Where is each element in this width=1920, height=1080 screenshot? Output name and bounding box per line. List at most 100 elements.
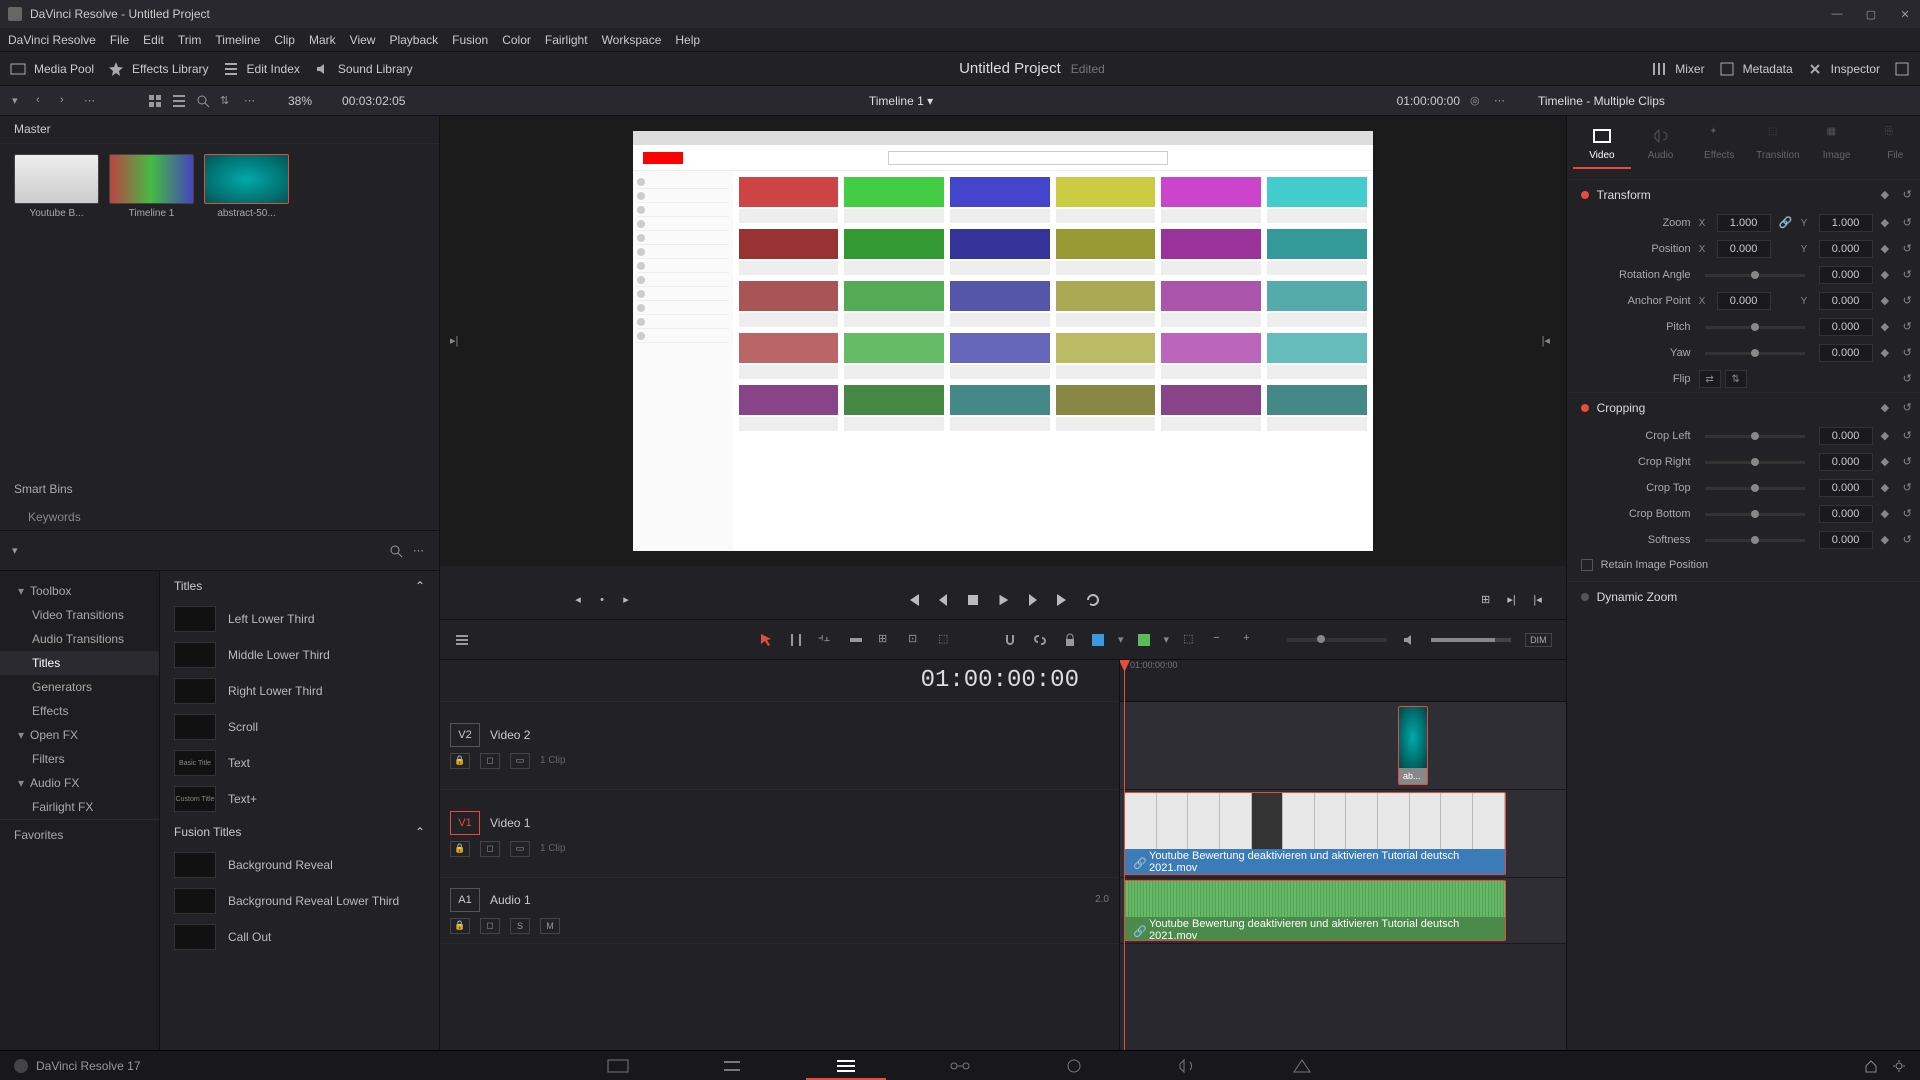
- track-id-v1[interactable]: V1: [450, 811, 480, 835]
- track-id-v2[interactable]: V2: [450, 723, 480, 747]
- thumb-view-icon[interactable]: [148, 94, 162, 108]
- home-icon[interactable]: [1864, 1059, 1878, 1073]
- yaw-slider[interactable]: [1705, 352, 1805, 355]
- trim-tool[interactable]: [788, 632, 804, 648]
- kf-icon[interactable]: ◆: [1881, 346, 1895, 360]
- play-button[interactable]: [995, 592, 1011, 608]
- solo-a1[interactable]: S: [510, 918, 530, 934]
- menu-view[interactable]: View: [350, 33, 376, 47]
- flag-dropdown-icon[interactable]: ▾: [1164, 633, 1170, 646]
- zoom-in-icon[interactable]: +: [1243, 632, 1259, 648]
- track-lane-a1[interactable]: 🔗Youtube Bewertung deaktivieren und akti…: [1120, 878, 1566, 944]
- edit-index-toggle[interactable]: Edit Index: [223, 61, 300, 77]
- pitch-slider[interactable]: [1705, 326, 1805, 329]
- fusion-titles-header[interactable]: Fusion Titles⌃: [160, 817, 439, 847]
- crop-right-input[interactable]: [1819, 453, 1873, 471]
- pos-x-input[interactable]: [1717, 240, 1771, 258]
- clip-a1[interactable]: 🔗Youtube Bewertung deaktivieren und akti…: [1124, 880, 1506, 941]
- lock-track-v2[interactable]: 🔒: [450, 753, 470, 769]
- zoom-out-icon[interactable]: −: [1213, 632, 1229, 648]
- link-icon[interactable]: [1032, 632, 1048, 648]
- title-item-5[interactable]: Custom TitleText+: [160, 781, 439, 817]
- kf-icon[interactable]: ◆: [1881, 429, 1895, 443]
- more-icon[interactable]: ⋯: [244, 94, 258, 108]
- crop-left-input[interactable]: [1819, 427, 1873, 445]
- out-point-icon[interactable]: |◂: [1530, 592, 1546, 608]
- title-item-2[interactable]: Right Lower Third: [160, 673, 439, 709]
- reset-icon[interactable]: ↺: [1903, 401, 1917, 415]
- zoom-x-input[interactable]: [1717, 214, 1771, 232]
- jog-next-icon[interactable]: ▸: [618, 592, 634, 608]
- scrub-bar[interactable]: [440, 566, 1566, 580]
- rotation-slider[interactable]: [1705, 274, 1805, 277]
- title-item-0[interactable]: Left Lower Third: [160, 601, 439, 637]
- flip-v-button[interactable]: ⇅: [1725, 370, 1747, 388]
- keyframe-icon[interactable]: ◆: [1881, 188, 1895, 202]
- kf-icon[interactable]: ◆: [1881, 294, 1895, 308]
- options-icon[interactable]: ⋯: [84, 94, 98, 108]
- reset-icon[interactable]: ↺: [1903, 372, 1917, 386]
- timeline-zoom-slider[interactable]: [1287, 638, 1387, 642]
- search-icon[interactable]: [196, 94, 210, 108]
- media-clip-0[interactable]: Youtube B...: [14, 154, 99, 219]
- search-effects-icon[interactable]: [389, 544, 403, 558]
- dynamic-trim-tool[interactable]: ⫞⫠: [818, 632, 834, 648]
- match-frame-icon[interactable]: ⊞: [1478, 592, 1494, 608]
- lock-track-v1[interactable]: 🔒: [450, 841, 470, 857]
- snap-icon[interactable]: [1002, 632, 1018, 648]
- menu-clip[interactable]: Clip: [274, 33, 295, 47]
- cat-audio-transitions[interactable]: Audio Transitions: [0, 627, 159, 651]
- inspector-tab-audio[interactable]: Audio: [1631, 126, 1690, 169]
- loop-button[interactable]: [1085, 592, 1101, 608]
- track-id-a1[interactable]: A1: [450, 888, 480, 912]
- auto-select-v1[interactable]: ◻: [480, 841, 500, 857]
- title-item-1[interactable]: Middle Lower Third: [160, 637, 439, 673]
- crop-left-slider[interactable]: [1705, 435, 1805, 438]
- link-xy-icon[interactable]: 🔗: [1779, 216, 1793, 230]
- flip-h-button[interactable]: ⇄: [1699, 370, 1721, 388]
- range-icon[interactable]: ⬚: [1183, 632, 1199, 648]
- step-fwd-button[interactable]: [1025, 592, 1041, 608]
- clip-v1[interactable]: 🔗Youtube Bewertung deaktivieren und akti…: [1124, 792, 1506, 875]
- yaw-input[interactable]: [1819, 344, 1873, 362]
- selection-tool[interactable]: [758, 632, 774, 648]
- tracks-area[interactable]: 01:00:00:00 01:01:14:00 01:02:28:00 ab..…: [1120, 660, 1566, 1050]
- reset-icon[interactable]: ↺: [1903, 533, 1917, 547]
- reset-icon[interactable]: ↺: [1903, 242, 1917, 256]
- disable-track-v2[interactable]: ▭: [510, 753, 530, 769]
- kf-icon[interactable]: ◆: [1881, 242, 1895, 256]
- cat-filters[interactable]: Filters: [0, 747, 159, 771]
- page-fusion[interactable]: [948, 1056, 972, 1076]
- close-button[interactable]: ✕: [1898, 7, 1912, 21]
- crop-bottom-slider[interactable]: [1705, 513, 1805, 516]
- media-pool-toggle[interactable]: Media Pool: [10, 61, 94, 77]
- lock-track-a1[interactable]: 🔒: [450, 918, 470, 934]
- media-clip-1[interactable]: Timeline 1: [109, 154, 194, 219]
- insert-tool[interactable]: ⊞: [878, 632, 894, 648]
- menu-workspace[interactable]: Workspace: [602, 33, 662, 47]
- reset-icon[interactable]: ↺: [1903, 481, 1917, 495]
- master-bin[interactable]: Master: [0, 116, 439, 144]
- prev-clip-icon[interactable]: ▸|: [450, 334, 464, 348]
- softness-slider[interactable]: [1705, 539, 1805, 542]
- rotation-input[interactable]: [1819, 266, 1873, 284]
- crop-bottom-input[interactable]: [1819, 505, 1873, 523]
- reset-icon[interactable]: ↺: [1903, 188, 1917, 202]
- keywords-bin[interactable]: Keywords: [0, 504, 439, 530]
- page-color[interactable]: [1062, 1056, 1086, 1076]
- lock-icon[interactable]: [1062, 632, 1078, 648]
- cat-audiofx[interactable]: ▾Audio FX: [0, 771, 159, 795]
- kf-icon[interactable]: ◆: [1881, 268, 1895, 282]
- titles-section-header[interactable]: Titles⌃: [160, 571, 439, 601]
- menu-edit[interactable]: Edit: [143, 33, 164, 47]
- reset-icon[interactable]: ↺: [1903, 429, 1917, 443]
- menu-davinci[interactable]: DaVinci Resolve: [8, 33, 96, 47]
- reset-icon[interactable]: ↺: [1903, 455, 1917, 469]
- page-edit[interactable]: [834, 1056, 858, 1076]
- effects-library-toggle[interactable]: Effects Library: [108, 61, 208, 77]
- inspector-toggle[interactable]: Inspector: [1807, 61, 1880, 77]
- replace-tool[interactable]: ⬚: [938, 632, 954, 648]
- mixer-toggle[interactable]: Mixer: [1651, 61, 1704, 77]
- menu-fairlight[interactable]: Fairlight: [545, 33, 588, 47]
- overwrite-tool[interactable]: ⊡: [908, 632, 924, 648]
